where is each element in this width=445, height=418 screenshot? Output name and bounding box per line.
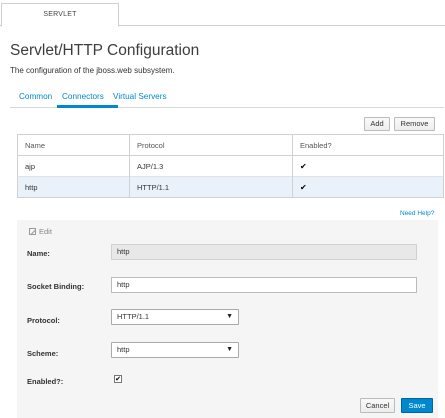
- page-title: Servlet/HTTP Configuration: [10, 42, 200, 59]
- check-icon: ✔: [292, 176, 444, 198]
- active-tab-indicator: [57, 105, 118, 108]
- name-field: http: [111, 244, 417, 260]
- scheme-label: Scheme:: [27, 349, 59, 358]
- edit-icon: [29, 228, 36, 235]
- scheme-select[interactable]: http ▼: [111, 342, 239, 358]
- enabled-checkbox[interactable]: ✔: [114, 375, 122, 383]
- tab-servlet[interactable]: SERVLET: [1, 3, 119, 27]
- protocol-select[interactable]: HTTP/1.1 ▼: [111, 309, 239, 325]
- cell-name: ajp: [17, 155, 130, 177]
- connectors-table: Name Protocol Enabled? ajp AJP/1.3 ✔ htt…: [17, 134, 444, 198]
- connector-form-panel: Edit Name: http Socket Binding: http Pro…: [17, 220, 438, 418]
- table-row[interactable]: ajp AJP/1.3 ✔: [17, 155, 444, 177]
- chevron-down-icon: ▼: [226, 313, 233, 320]
- subtab-bar: Common Connectors Virtual Servers: [10, 89, 444, 108]
- protocol-label: Protocol:: [27, 316, 60, 325]
- cell-protocol: HTTP/1.1: [129, 176, 293, 198]
- enabled-label: Enabled?:: [27, 377, 64, 386]
- scheme-selected-value: http: [117, 345, 130, 354]
- cancel-button[interactable]: Cancel: [360, 398, 395, 413]
- add-button[interactable]: Add: [364, 117, 390, 131]
- save-button[interactable]: Save: [401, 398, 433, 413]
- chevron-down-icon: ▼: [226, 346, 233, 353]
- socket-binding-input[interactable]: http: [111, 277, 417, 293]
- tab-common[interactable]: Common: [19, 92, 52, 101]
- column-header-enabled[interactable]: Enabled?: [292, 134, 444, 156]
- column-header-name[interactable]: Name: [17, 134, 130, 156]
- top-tab-strip: SERVLET: [0, 0, 445, 27]
- edit-label: Edit: [39, 227, 52, 236]
- check-icon: ✔: [292, 155, 444, 177]
- table-row[interactable]: http HTTP/1.1 ✔: [17, 176, 444, 198]
- remove-button[interactable]: Remove: [394, 117, 435, 131]
- tab-virtual-servers[interactable]: Virtual Servers: [113, 92, 167, 101]
- cell-name: http: [17, 176, 130, 198]
- table-header-row: Name Protocol Enabled?: [17, 134, 444, 156]
- socket-binding-label: Socket Binding:: [27, 282, 85, 291]
- protocol-selected-value: HTTP/1.1: [117, 312, 150, 321]
- tab-connectors[interactable]: Connectors: [62, 92, 104, 101]
- page-description: The configuration of the jboss.web subsy…: [10, 66, 175, 75]
- need-help-link[interactable]: Need Help?: [400, 210, 434, 217]
- cell-protocol: AJP/1.3: [129, 155, 293, 177]
- column-header-protocol[interactable]: Protocol: [129, 134, 293, 156]
- name-label: Name:: [27, 249, 50, 258]
- edit-link[interactable]: Edit: [29, 227, 52, 236]
